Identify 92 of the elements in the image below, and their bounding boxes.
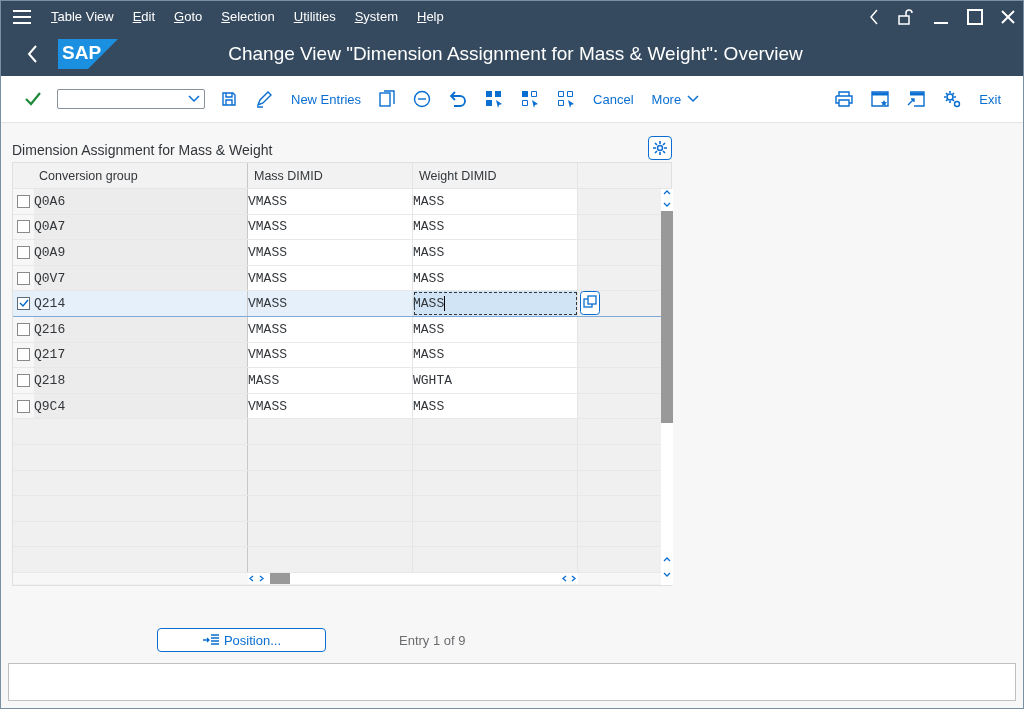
table-cell: VMASS — [248, 291, 413, 316]
column-header[interactable]: Mass DIMID — [248, 163, 413, 188]
window-arrow-icon[interactable] — [907, 91, 926, 107]
chevron-down-icon — [188, 95, 200, 103]
table-cell: VMASS — [248, 393, 413, 419]
table-cell: MASS — [248, 368, 413, 393]
table-cell: Q0A9 — [34, 240, 248, 265]
menu-item[interactable]: Selection — [221, 9, 275, 24]
table-cell: Q0V7 — [34, 265, 248, 291]
table-cell: MASS — [413, 240, 578, 265]
row-checkbox[interactable] — [17, 322, 30, 336]
menu-item[interactable]: Help — [417, 9, 444, 24]
position-icon — [201, 634, 220, 646]
row-checkbox[interactable] — [17, 348, 30, 362]
value-help-icon[interactable] — [580, 291, 600, 316]
logo-icon — [58, 39, 118, 69]
table-cell: Q0A6 — [34, 189, 248, 214]
row-checkbox[interactable] — [17, 297, 30, 311]
table-row[interactable]: Q217 VMASS MASS — [13, 342, 661, 369]
menu-item[interactable]: System — [354, 9, 398, 24]
command-field[interactable] — [57, 89, 205, 109]
unlock-icon[interactable] — [897, 7, 915, 26]
input-field[interactable]: MASS — [413, 291, 578, 316]
menu-item[interactable]: Utilities — [293, 9, 336, 24]
table-cell: VMASS — [248, 214, 413, 240]
maximize-icon[interactable] — [967, 8, 983, 25]
table-row[interactable]: Q9C4 VMASS MASS — [13, 393, 661, 420]
table-cell: MASS — [413, 265, 578, 291]
table-cell: MASS — [413, 189, 578, 214]
column-header[interactable]: Conversion group — [34, 163, 248, 188]
table-title: Dimension Assignment for Mass & Weight — [12, 142, 273, 160]
row-checkbox[interactable] — [17, 220, 30, 234]
save-icon[interactable] — [221, 91, 237, 107]
logo-text: SAP — [62, 42, 102, 64]
new-entries-button[interactable]: New Entries — [291, 91, 362, 107]
table-cell: VMASS — [248, 316, 413, 342]
chevron-down-icon — [687, 95, 700, 103]
copy-icon[interactable] — [379, 90, 396, 108]
table-settings-button[interactable] — [648, 136, 672, 160]
table-row[interactable]: Q214 VMASS MASS — [13, 291, 661, 317]
table-row[interactable]: Q0A7 VMASS MASS — [13, 214, 661, 241]
table-cell: MASS — [413, 393, 578, 419]
table-cell: MASS — [413, 316, 578, 342]
table-cell: VMASS — [248, 240, 413, 265]
edit-icon[interactable] — [255, 90, 273, 108]
horizontal-scrollbar[interactable] — [248, 572, 578, 584]
entry-counter: Entry 1 of 9 — [399, 632, 466, 648]
row-checkbox[interactable] — [17, 246, 30, 259]
table-row[interactable]: Q0V7 VMASS MASS — [13, 265, 661, 292]
menu-item[interactable]: Table View — [51, 9, 114, 24]
back-chevron-icon[interactable] — [869, 8, 879, 25]
deselect-all-icon[interactable] — [557, 90, 576, 108]
undo-icon[interactable] — [449, 91, 468, 107]
back-icon[interactable] — [26, 44, 38, 64]
row-checkbox[interactable] — [17, 399, 30, 413]
table-cell: Q218 — [34, 368, 248, 393]
select-all-icon[interactable] — [485, 90, 504, 108]
menu-item[interactable]: Edit — [132, 9, 156, 24]
close-icon[interactable] — [1001, 9, 1015, 24]
row-checkbox[interactable] — [17, 373, 30, 387]
table-row[interactable]: Q218 MASS WGHTA — [13, 368, 661, 394]
menu-icon[interactable] — [13, 9, 31, 24]
table-cell: Q0A7 — [34, 214, 248, 240]
table-row[interactable]: Q0A9 VMASS MASS — [13, 240, 661, 266]
table-cell: Q9C4 — [34, 393, 248, 419]
settings-icon[interactable] — [943, 90, 962, 108]
table-cell: Q214 — [34, 291, 248, 316]
table-cell: VMASS — [248, 189, 413, 214]
vertical-scrollbar[interactable] — [661, 189, 673, 585]
column-header[interactable]: Weight DIMID — [413, 163, 578, 188]
print-icon[interactable] — [835, 91, 854, 107]
select-block-icon[interactable] — [521, 90, 540, 108]
table-cell: VMASS — [248, 265, 413, 291]
more-button[interactable]: More — [651, 91, 700, 107]
cancel-button[interactable]: Cancel — [593, 91, 634, 107]
gear-icon — [652, 140, 668, 156]
check-icon[interactable] — [25, 92, 41, 106]
position-button[interactable]: Position... — [157, 628, 326, 652]
table-cell: WGHTA — [413, 368, 578, 393]
table-cell: MASS — [413, 342, 578, 368]
exit-button[interactable]: Exit — [979, 91, 1001, 107]
delete-icon[interactable] — [413, 90, 432, 108]
row-checkbox[interactable] — [17, 194, 30, 208]
table-row[interactable]: Q216 VMASS MASS — [13, 316, 661, 343]
table-cell: MASS — [413, 214, 578, 240]
menu-item[interactable]: Goto — [174, 9, 203, 24]
window-title: Change View "Dimension Assignment for Mass & Weight": Overview — [227, 43, 804, 65]
table-row[interactable]: Q0A6 VMASS MASS — [13, 189, 661, 215]
row-checkbox[interactable] — [17, 271, 30, 285]
table-cell: VMASS — [248, 342, 413, 368]
table-cell: Q216 — [34, 316, 248, 342]
table-cell: Q217 — [34, 342, 248, 368]
